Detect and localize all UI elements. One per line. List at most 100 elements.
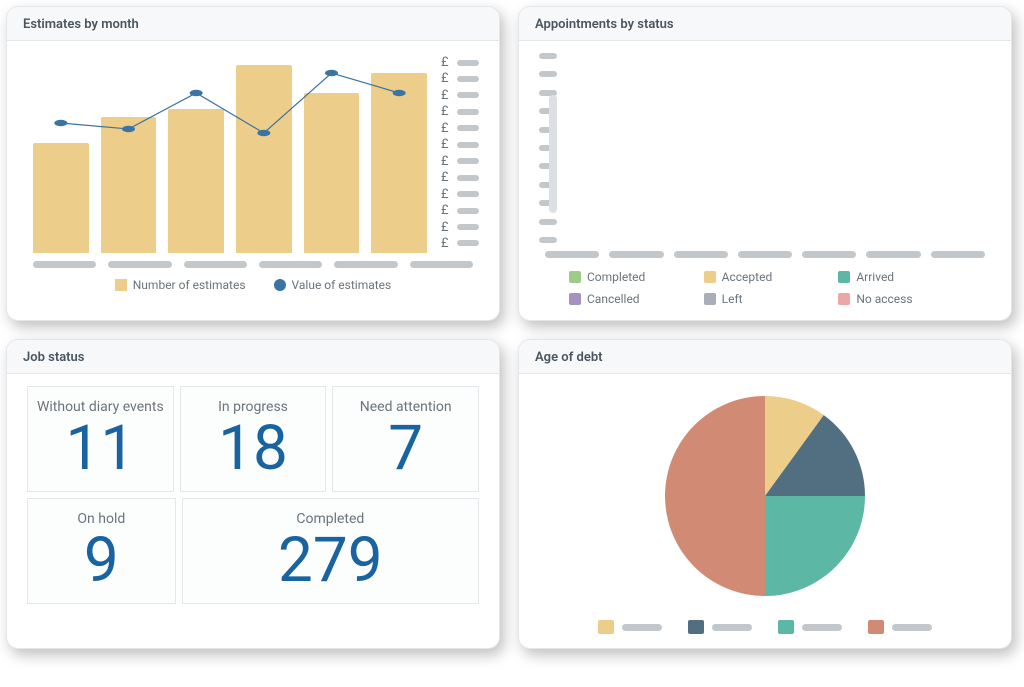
legend-label-redacted bbox=[802, 624, 842, 631]
legend-item-bar: Number of estimates bbox=[115, 278, 246, 292]
card-title: Age of debt bbox=[519, 340, 1011, 374]
card-job-status: Job status Without diary events 11 In pr… bbox=[6, 339, 500, 649]
legend-item bbox=[598, 620, 662, 634]
x-tick bbox=[802, 251, 856, 258]
job-status-row-2: On hold 9 Completed 279 bbox=[27, 498, 479, 604]
swatch-icon bbox=[868, 620, 884, 634]
appointments-bars bbox=[569, 53, 991, 243]
legend-label-redacted bbox=[622, 624, 662, 631]
stat-on-hold[interactable]: On hold 9 bbox=[27, 498, 176, 604]
estimates-legend: Number of estimates Value of estimates bbox=[27, 278, 479, 292]
swatch-icon bbox=[688, 620, 704, 634]
age-of-debt-pie bbox=[539, 386, 991, 606]
swatch-icon bbox=[838, 271, 850, 283]
appointments-legend: Completed Accepted Arrived Cancelled Lef… bbox=[539, 270, 991, 306]
legend-item-no-access: No access bbox=[838, 292, 961, 306]
range-indicator-icon bbox=[549, 95, 557, 213]
stat-without-diary-events[interactable]: Without diary events 11 bbox=[27, 386, 174, 492]
y-tick bbox=[539, 71, 557, 77]
legend-label: Accepted bbox=[722, 270, 773, 284]
y-tick: £ bbox=[441, 187, 479, 202]
stacked-bar bbox=[815, 235, 865, 243]
x-tick bbox=[674, 251, 728, 258]
y-tick: £ bbox=[441, 137, 479, 152]
legend-item bbox=[688, 620, 752, 634]
legend-item bbox=[778, 620, 842, 634]
legend-item bbox=[868, 620, 932, 634]
y-tick: £ bbox=[441, 88, 479, 103]
y-tick: £ bbox=[441, 121, 479, 136]
estimates-chart: ££££££££££££ bbox=[27, 53, 479, 253]
stat-value: 279 bbox=[191, 527, 470, 595]
legend-label: Value of estimates bbox=[292, 278, 392, 292]
stacked-bar bbox=[935, 233, 985, 243]
legend-label: Completed bbox=[587, 270, 645, 284]
swatch-icon bbox=[569, 293, 581, 305]
x-tick bbox=[866, 251, 920, 258]
card-title: Estimates by month bbox=[7, 7, 499, 41]
y-tick: £ bbox=[441, 104, 479, 119]
stat-completed[interactable]: Completed 279 bbox=[182, 498, 479, 604]
appointments-x-axis bbox=[539, 243, 991, 258]
x-tick bbox=[33, 261, 96, 268]
swatch-icon bbox=[778, 620, 794, 634]
x-tick bbox=[738, 251, 792, 258]
swatch-icon bbox=[569, 271, 581, 283]
legend-item-accepted: Accepted bbox=[704, 270, 827, 284]
x-tick bbox=[334, 261, 397, 268]
swatch-icon bbox=[598, 620, 614, 634]
estimates-x-axis bbox=[27, 253, 479, 268]
appointments-chart bbox=[539, 53, 991, 243]
stat-value: 11 bbox=[36, 415, 165, 483]
card-title: Job status bbox=[7, 340, 499, 374]
y-tick bbox=[539, 219, 557, 225]
swatch-icon bbox=[838, 293, 850, 305]
job-status-row-1: Without diary events 11 In progress 18 N… bbox=[27, 386, 479, 492]
swatch-icon bbox=[704, 293, 716, 305]
card-appointments-by-status: Appointments by status Completed bbox=[518, 6, 1012, 321]
legend-label: Number of estimates bbox=[133, 278, 246, 292]
y-tick: £ bbox=[441, 154, 479, 169]
swatch-icon bbox=[704, 271, 716, 283]
legend-item-arrived: Arrived bbox=[838, 270, 961, 284]
dashboard-grid: Estimates by month ££££££££££££ Number o… bbox=[0, 0, 1024, 661]
x-tick bbox=[184, 261, 247, 268]
legend-label: No access bbox=[856, 292, 912, 306]
swatch-icon bbox=[274, 279, 286, 291]
stacked-bar bbox=[695, 235, 745, 243]
y-tick: £ bbox=[441, 203, 479, 218]
y-tick: £ bbox=[441, 55, 479, 70]
card-estimates-by-month: Estimates by month ££££££££££££ Number o… bbox=[6, 6, 500, 321]
stacked-bar bbox=[875, 235, 925, 243]
stat-value: 7 bbox=[341, 415, 470, 483]
x-tick bbox=[609, 251, 663, 258]
age-of-debt-legend bbox=[539, 620, 991, 634]
x-tick bbox=[410, 261, 473, 268]
y-tick: £ bbox=[441, 71, 479, 86]
legend-item-cancelled: Cancelled bbox=[569, 292, 692, 306]
pie-chart-svg bbox=[665, 396, 865, 596]
stat-need-attention[interactable]: Need attention 7 bbox=[332, 386, 479, 492]
y-tick bbox=[539, 237, 557, 243]
pie-slice-c bbox=[765, 496, 865, 596]
legend-item-completed: Completed bbox=[569, 270, 692, 284]
legend-label: Cancelled bbox=[587, 292, 640, 306]
stacked-bar bbox=[755, 235, 805, 243]
legend-label-redacted bbox=[712, 624, 752, 631]
x-tick bbox=[259, 261, 322, 268]
stacked-bar bbox=[575, 235, 625, 243]
stat-in-progress[interactable]: In progress 18 bbox=[180, 386, 327, 492]
card-title: Appointments by status bbox=[519, 7, 1011, 41]
stat-value: 9 bbox=[36, 527, 167, 595]
swatch-icon bbox=[115, 279, 127, 291]
legend-label: Arrived bbox=[856, 270, 894, 284]
legend-label: Left bbox=[722, 292, 743, 306]
y-tick bbox=[539, 53, 557, 59]
estimates-y-axis: ££££££££££££ bbox=[433, 53, 479, 253]
appointments-y-axis bbox=[539, 53, 569, 243]
x-tick bbox=[545, 251, 599, 258]
x-tick bbox=[931, 251, 985, 258]
card-age-of-debt: Age of debt bbox=[518, 339, 1012, 649]
legend-item-line: Value of estimates bbox=[274, 278, 392, 292]
y-tick: £ bbox=[441, 170, 479, 185]
